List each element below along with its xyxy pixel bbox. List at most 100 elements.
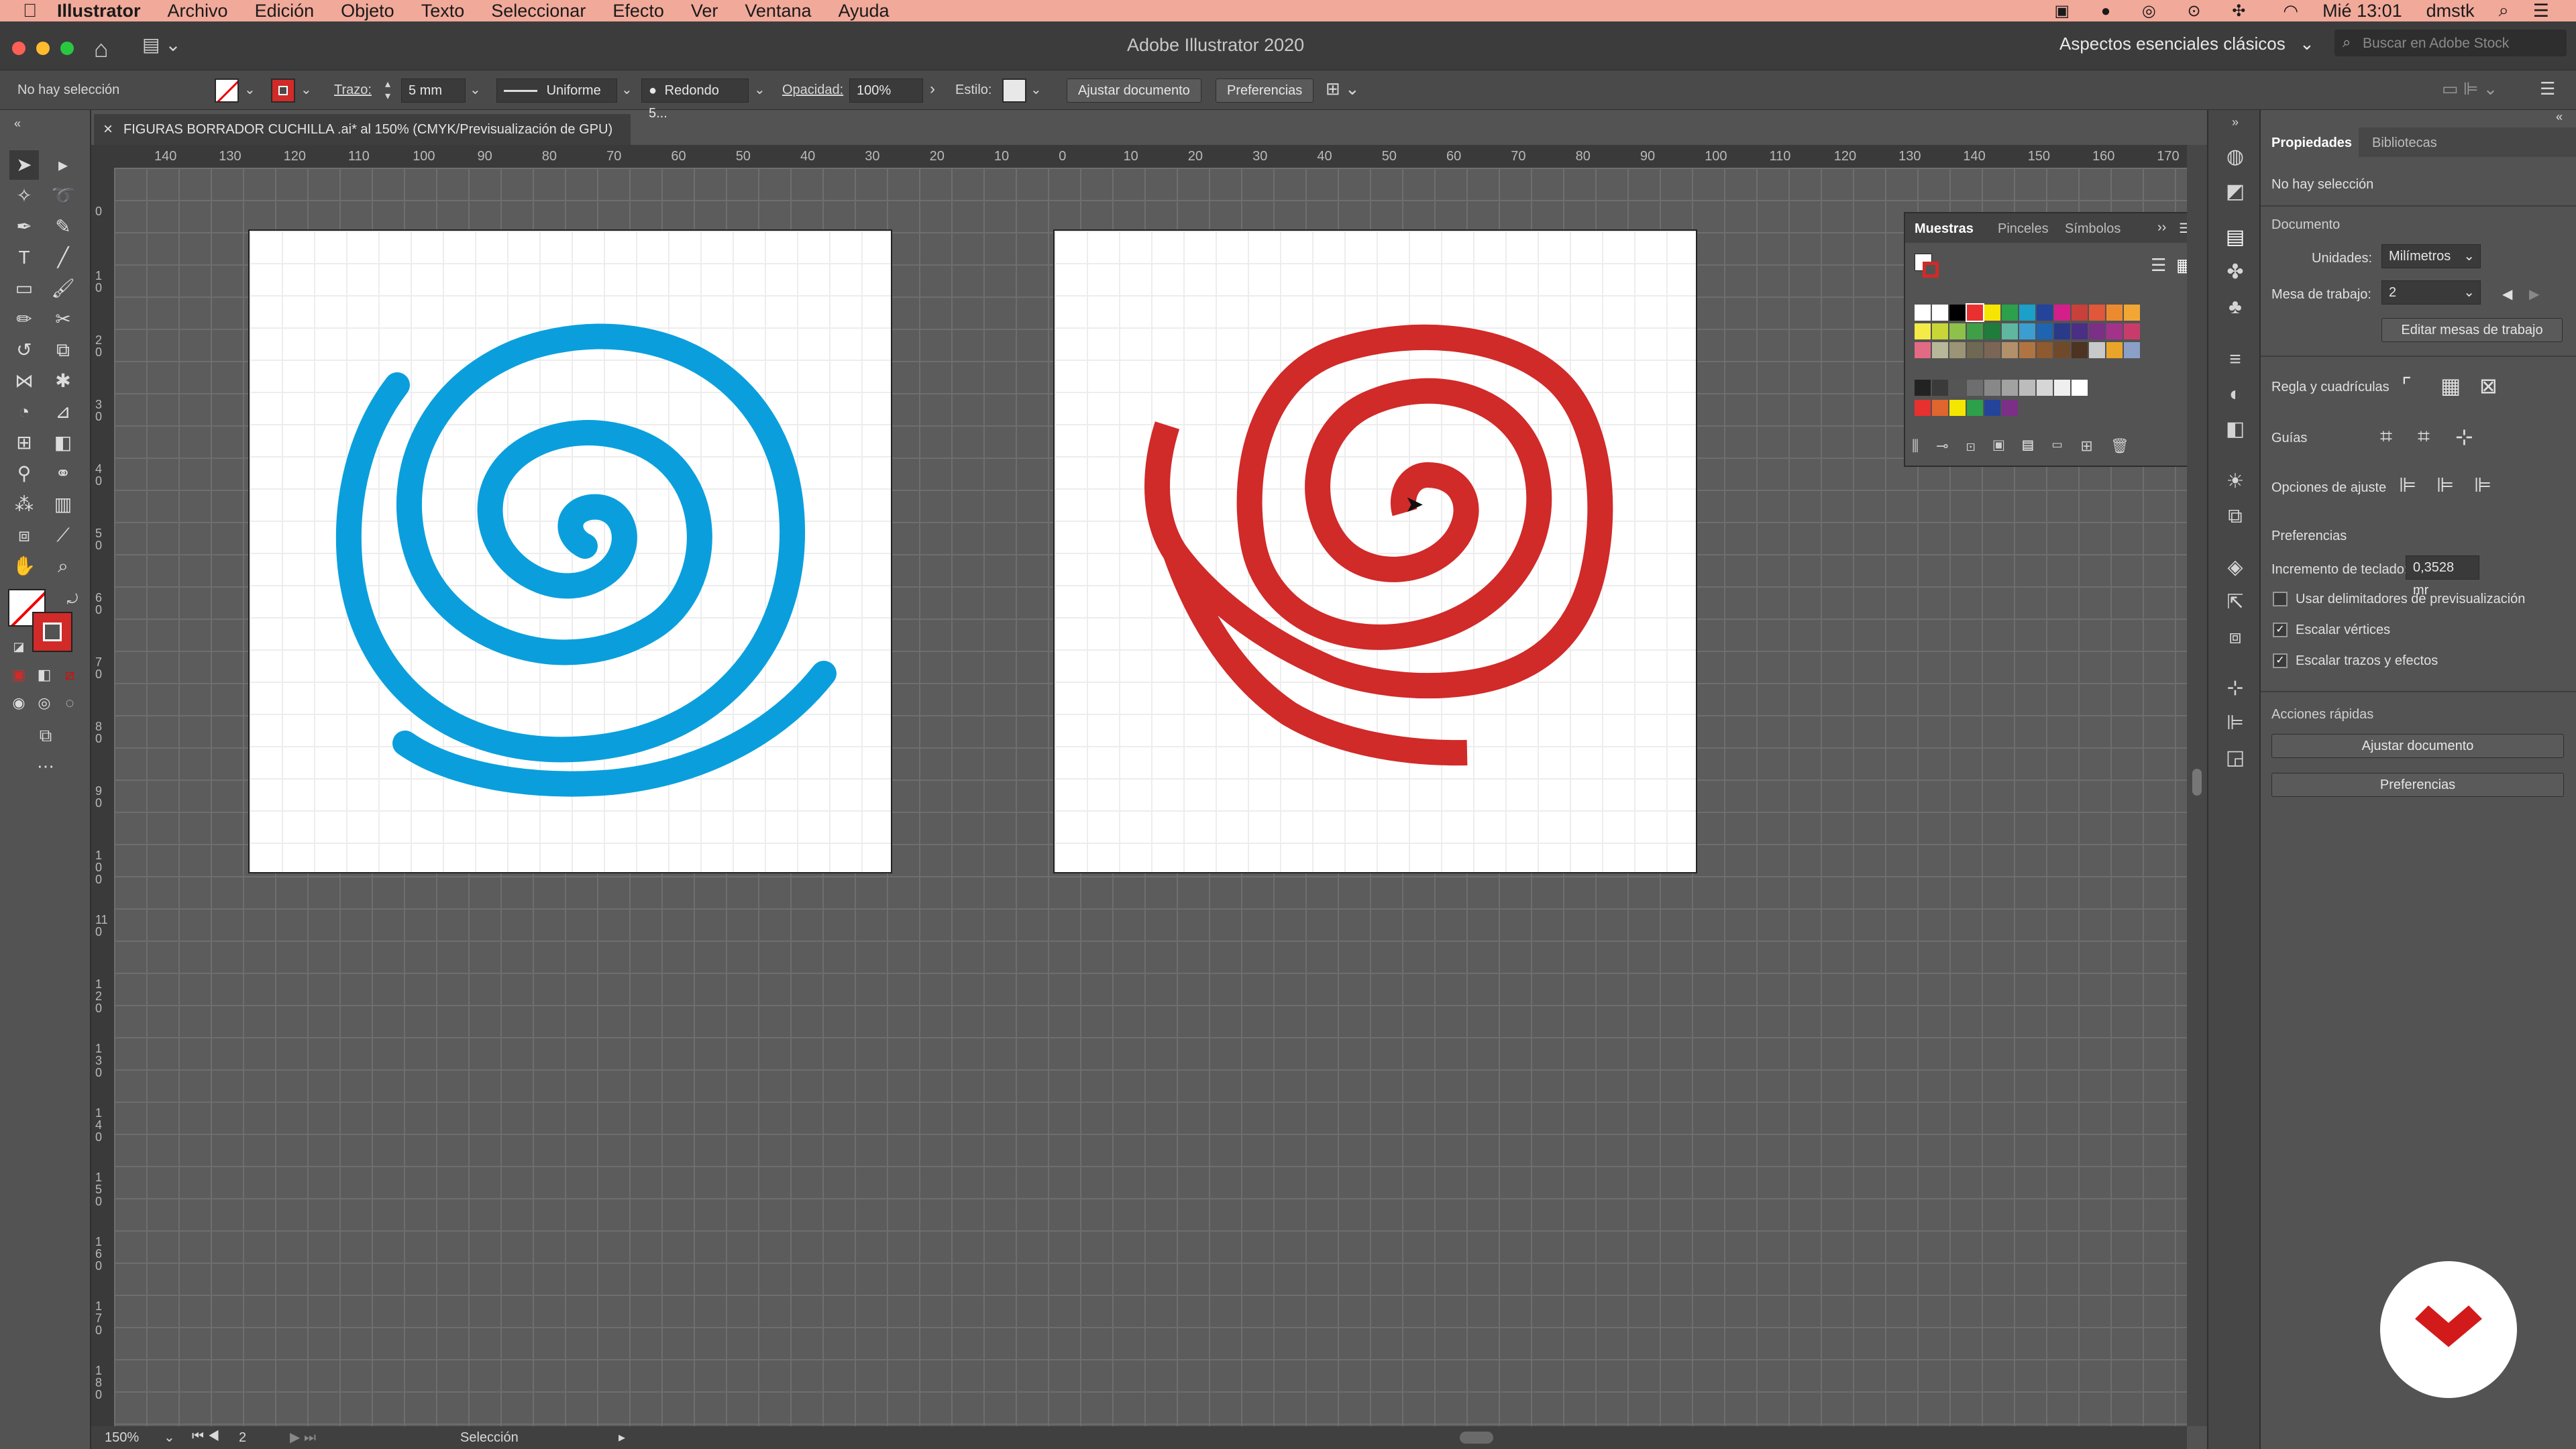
color-swatch[interactable] [1915, 400, 1931, 416]
style-swatch[interactable] [1002, 78, 1026, 103]
artboard-select[interactable]: 2 ⌄ [2381, 280, 2481, 305]
color-swatch[interactable] [1966, 303, 1984, 322]
home-icon[interactable]: ⌂ [94, 35, 109, 63]
color-swatch[interactable] [1967, 342, 1983, 358]
status-icons[interactable]: ▣ ● ◎ ⊙ ✣ [2054, 1, 2259, 21]
curvature-tool-icon[interactable]: ✎ [48, 212, 78, 241]
hand-tool-icon[interactable]: ✋ [9, 551, 39, 581]
artboard-nav-icons[interactable]: ⏮ ◀ [192, 1429, 219, 1444]
color-swatch[interactable] [2019, 342, 2035, 358]
stroke-stepper-icon[interactable]: ▴ ▾ [385, 78, 390, 103]
color-swatch[interactable] [2054, 342, 2070, 358]
workspace-dropdown[interactable]: Aspectos esenciales clásicos ⌄ [2059, 34, 2314, 54]
shape-builder-tool-icon[interactable]: ◔ [9, 397, 39, 427]
trash-icon[interactable]: 🗑 [2110, 437, 2147, 454]
color-swatch[interactable] [1984, 380, 2000, 396]
menu-efecto[interactable]: Efecto [612, 1, 664, 21]
color-swatch[interactable] [2072, 305, 2088, 321]
tab-pinceles[interactable]: Pinceles [1998, 221, 2049, 237]
color-swatch[interactable] [1967, 323, 1983, 339]
none-mode-icon[interactable]: ⧄ [55, 660, 85, 690]
quick-preferences-button[interactable]: Preferencias [2271, 773, 2564, 797]
preferences-button[interactable]: Preferencias [1216, 78, 1314, 103]
selection-tool-icon[interactable]: ➤ [9, 150, 39, 180]
width-tool-icon[interactable]: ⋈ [9, 366, 39, 396]
canvas[interactable]: ➤ [114, 168, 2187, 1426]
scale-tool-icon[interactable]: ⧉ [48, 335, 78, 365]
more-tools-icon[interactable]: ⋯ [31, 751, 60, 781]
color-swatch[interactable] [1967, 400, 1983, 416]
swatch-options-icon[interactable]: ⊡ [1966, 437, 1993, 454]
direct-selection-tool-icon[interactable]: ▸ [48, 150, 78, 180]
paintbrush-tool-icon[interactable]: 🖌 [48, 274, 78, 303]
symbols-icon[interactable]: ♣ [2220, 292, 2250, 322]
tab-bibliotecas[interactable]: Bibliotecas [2372, 136, 2437, 151]
opacity-input[interactable]: 100% [849, 78, 923, 103]
color-swatch[interactable] [1932, 305, 1948, 321]
window-minimize-button[interactable] [36, 42, 50, 55]
menu-archivo[interactable]: Archivo [168, 1, 228, 21]
color-swatch[interactable] [1932, 380, 1948, 396]
collapse-panels-icon[interactable]: » [2220, 107, 2250, 137]
fill-swatch[interactable] [215, 78, 239, 103]
horizontal-scrollbar[interactable] [641, 1432, 2171, 1444]
panel-expand-icon[interactable]: ›› [2157, 220, 2166, 235]
scroll-thumb[interactable] [2192, 769, 2202, 796]
stroke-weight-dropdown-icon[interactable]: ⌄ [470, 81, 481, 98]
quick-fit-document-button[interactable]: Ajustar documento [2271, 734, 2564, 758]
color-swatch[interactable] [1932, 323, 1948, 339]
swatch-options-2-icon[interactable]: ▤ [2022, 437, 2051, 454]
opacity-label[interactable]: Opacidad: [782, 83, 843, 98]
transform-icon[interactable]: ⊹ [2220, 674, 2250, 703]
zoom-level[interactable]: 150% [105, 1430, 139, 1446]
color-swatch[interactable] [1949, 323, 1966, 339]
guides-show-icon[interactable]: ⌗ [2380, 424, 2392, 449]
artboard-nav-next-icons[interactable]: ▶ ⏭ [290, 1429, 316, 1446]
rotate-tool-icon[interactable]: ↺ [9, 335, 39, 365]
color-swatch[interactable] [1949, 305, 1966, 321]
color-swatch[interactable] [2002, 380, 2018, 396]
eyedropper-tool-icon[interactable]: ⚲ [9, 459, 39, 488]
prev-artboard-icon[interactable]: ◀ [2502, 286, 2512, 303]
rulers-icon[interactable]: ⌜ [2402, 373, 2412, 398]
color-swatch[interactable] [2002, 342, 2018, 358]
color-swatch[interactable] [1915, 305, 1931, 321]
color-swatch[interactable] [1984, 305, 2000, 321]
symbol-sprayer-tool-icon[interactable]: ⁂ [9, 490, 39, 519]
menu-texto[interactable]: Texto [421, 1, 465, 21]
new-color-group-icon[interactable]: ▣ [1993, 437, 2023, 454]
color-swatch[interactable] [2072, 342, 2088, 358]
color-swatch[interactable] [1949, 380, 1966, 396]
menu-seleccionar[interactable]: Seleccionar [491, 1, 586, 21]
color-swatch[interactable] [1932, 342, 1948, 358]
color-swatch[interactable] [2002, 400, 2018, 416]
align-panel-icon[interactable]: ⊫ [2220, 708, 2250, 738]
menu-app-name[interactable]: Illustrator [57, 1, 141, 21]
scale-corners-checkbox[interactable]: ✓ [2273, 623, 2288, 637]
style-dropdown-icon[interactable]: ⌄ [1030, 81, 1042, 98]
color-swatch[interactable] [1949, 400, 1966, 416]
window-zoom-button[interactable] [60, 42, 74, 55]
artboard-tool-icon[interactable]: ⧈ [9, 521, 39, 550]
color-swatch[interactable] [2106, 305, 2123, 321]
opacity-arrow-icon[interactable]: › [930, 80, 935, 99]
preview-bounds-checkbox[interactable] [2273, 592, 2288, 606]
blend-tool-icon[interactable]: ⚭ [48, 459, 78, 488]
vertical-scrollbar[interactable] [2187, 145, 2207, 1426]
rectangle-tool-icon[interactable]: ▭ [9, 274, 39, 303]
default-fill-stroke-icon[interactable]: ◪ [4, 632, 34, 661]
swatch-library-icon[interactable]: ⫼ [1912, 437, 1936, 454]
grid-icon[interactable]: ▦ [2440, 373, 2461, 398]
zoom-tool-icon[interactable]: ⌕ [48, 551, 78, 581]
menu-edicion[interactable]: Edición [255, 1, 315, 21]
ruler-origin[interactable] [91, 145, 114, 168]
color-swatch[interactable] [2037, 323, 2053, 339]
color-swatch[interactable] [2072, 380, 2088, 396]
layers-icon[interactable]: ◈ [2220, 553, 2250, 582]
spotlight-icon[interactable]: ⌕ [2499, 0, 2509, 21]
color-swatch[interactable] [2019, 380, 2035, 396]
snap-glyph-icon[interactable]: ⊫ [2474, 474, 2491, 497]
brush-definition[interactable]: ● Redondo 5... [641, 78, 749, 121]
menu-objeto[interactable]: Objeto [341, 1, 394, 21]
color-swatch[interactable] [1967, 380, 1983, 396]
